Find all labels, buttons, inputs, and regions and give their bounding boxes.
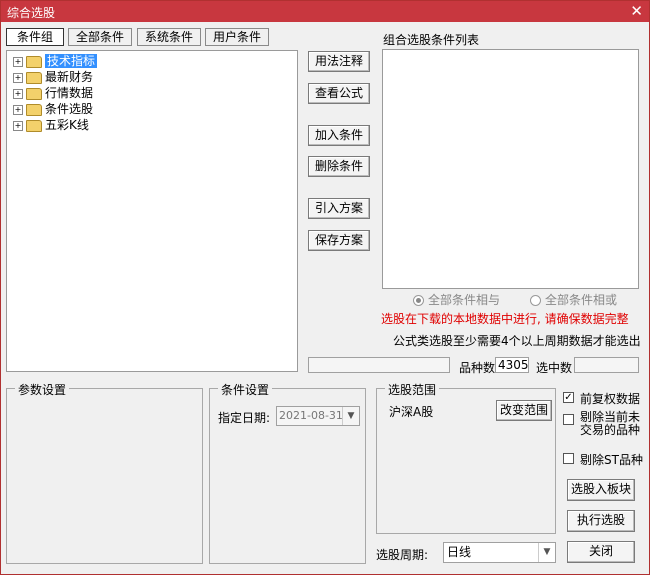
expand-icon[interactable]: +	[13, 104, 23, 115]
expand-icon[interactable]: +	[13, 120, 23, 131]
condition-title: 条件设置	[218, 381, 273, 398]
tree-item-candlestick[interactable]: + 五彩K线	[13, 117, 89, 133]
folder-icon	[26, 103, 42, 116]
window-title: 综合选股	[7, 6, 56, 20]
tree-label: 五彩K线	[45, 118, 89, 132]
radio-all-or[interactable]: 全部条件相或	[530, 291, 617, 308]
run-screen-button[interactable]: 执行选股	[567, 510, 635, 532]
date-value: 2021-08-31	[279, 409, 343, 422]
dialog-window: 综合选股 ✕ 条件组 全部条件 系统条件 用户条件 + 技术指标 + 最新财务 + 行…	[0, 0, 650, 575]
scope-group: 选股范围 沪深A股 改变范围	[376, 381, 556, 534]
add-condition-button[interactable]: 加入条件	[308, 125, 370, 146]
radio-icon[interactable]	[413, 295, 424, 306]
restored-data-label: 前复权数据	[580, 392, 641, 406]
condition-group: 条件设置 指定日期: 2021-08-31 ▼	[209, 381, 366, 564]
usage-notes-button[interactable]: 用法注释	[308, 51, 370, 72]
progress-bar	[308, 357, 450, 373]
tree-label: 技术指标	[45, 54, 98, 68]
save-scheme-button[interactable]: 保存方案	[308, 230, 370, 251]
change-scope-button[interactable]: 改变范围	[496, 400, 552, 421]
expand-icon[interactable]: +	[13, 72, 23, 83]
close-button[interactable]: 关闭	[567, 541, 635, 563]
exclude-halted-label: 剔除当前未交易的品种	[580, 410, 641, 437]
params-title: 参数设置	[15, 381, 70, 398]
close-icon[interactable]: ✕	[630, 2, 643, 20]
radio-label: 全部条件相与	[428, 293, 501, 307]
radio-label: 全部条件相或	[545, 293, 618, 307]
folder-icon	[26, 119, 42, 132]
to-sector-button[interactable]: 选股入板块	[567, 479, 635, 501]
tree-label: 最新财务	[45, 70, 94, 84]
period-value: 日线	[447, 545, 472, 559]
tree-item-technical[interactable]: + 技术指标	[13, 53, 98, 69]
selected-count-label: 选中数	[536, 361, 573, 375]
tree-item-market-data[interactable]: + 行情数据	[13, 85, 93, 101]
params-group: 参数设置	[6, 381, 203, 564]
condition-tree[interactable]: + 技术指标 + 最新财务 + 行情数据 + 条件选股 + 五彩K线	[6, 50, 298, 372]
tab-condition-group[interactable]: 条件组	[6, 28, 64, 46]
date-picker[interactable]: 2021-08-31 ▼	[276, 406, 360, 426]
exclude-st-label: 剔除ST品种	[580, 453, 643, 467]
tree-label: 行情数据	[45, 86, 94, 100]
condition-list[interactable]	[382, 49, 639, 289]
data-warning: 选股在下载的本地数据中进行, 请确保数据完整	[381, 312, 629, 326]
tree-label: 条件选股	[45, 102, 94, 116]
count-value: 4305	[495, 357, 529, 373]
condition-list-title: 组合选股条件列表	[383, 33, 480, 47]
folder-icon	[26, 87, 42, 100]
view-formula-button[interactable]: 查看公式	[308, 83, 370, 104]
formula-note: 公式类选股至少需要4个以上周期数据才能选出	[393, 334, 641, 348]
delete-condition-button[interactable]: 删除条件	[308, 156, 370, 177]
tab-system-conditions[interactable]: 系统条件	[137, 28, 201, 46]
date-label: 指定日期:	[218, 411, 271, 425]
exclude-halted-checkbox[interactable]	[563, 414, 574, 425]
radio-all-and[interactable]: 全部条件相与	[413, 291, 500, 308]
scope-title: 选股范围	[385, 381, 440, 398]
period-label: 选股周期:	[376, 548, 429, 562]
count-label: 品种数	[459, 361, 496, 375]
folder-icon	[26, 71, 42, 84]
radio-icon[interactable]	[530, 295, 541, 306]
folder-icon	[26, 55, 42, 68]
tree-item-financial[interactable]: + 最新财务	[13, 69, 93, 85]
expand-icon[interactable]: +	[13, 56, 23, 67]
exclude-st-checkbox[interactable]	[563, 453, 574, 464]
expand-icon[interactable]: +	[13, 88, 23, 99]
title-bar: 综合选股 ✕	[1, 1, 649, 22]
chevron-down-icon[interactable]: ▼	[342, 407, 359, 425]
chevron-down-icon[interactable]: ▼	[538, 543, 555, 562]
tab-all-conditions[interactable]: 全部条件	[68, 28, 132, 46]
period-select[interactable]: 日线 ▼	[443, 542, 556, 563]
selected-count-value	[574, 357, 639, 373]
restored-data-checkbox[interactable]: ✓	[563, 392, 574, 403]
tree-item-condition-picks[interactable]: + 条件选股	[13, 101, 93, 117]
scope-value: 沪深A股	[389, 405, 434, 419]
tab-user-conditions[interactable]: 用户条件	[205, 28, 269, 46]
import-scheme-button[interactable]: 引入方案	[308, 198, 370, 219]
